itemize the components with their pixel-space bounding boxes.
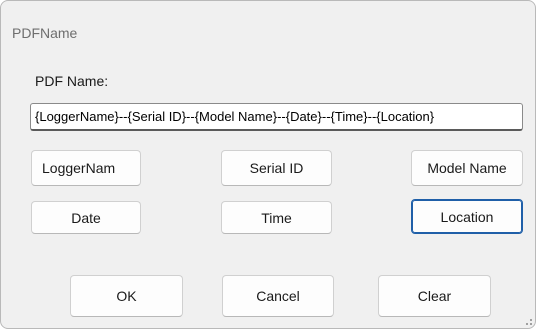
- cancel-button[interactable]: Cancel: [222, 275, 334, 317]
- ok-button[interactable]: OK: [70, 275, 183, 317]
- date-button[interactable]: Date: [31, 201, 141, 234]
- clear-button[interactable]: Clear: [378, 275, 491, 317]
- logger-name-button[interactable]: LoggerNam: [31, 150, 141, 186]
- dialog-title: PDFName: [12, 25, 78, 41]
- serial-id-button[interactable]: Serial ID: [221, 150, 332, 186]
- model-name-button[interactable]: Model Name: [411, 150, 523, 186]
- time-button[interactable]: Time: [221, 201, 332, 234]
- resize-grip-icon[interactable]: [522, 315, 532, 325]
- pdf-name-input[interactable]: {LoggerName}--{Serial ID}--{Model Name}-…: [30, 103, 523, 131]
- pdfname-dialog: PDFName PDF Name: {LoggerName}--{Serial …: [0, 0, 536, 329]
- location-button[interactable]: Location: [411, 199, 523, 234]
- pdf-name-label: PDF Name:: [35, 73, 109, 89]
